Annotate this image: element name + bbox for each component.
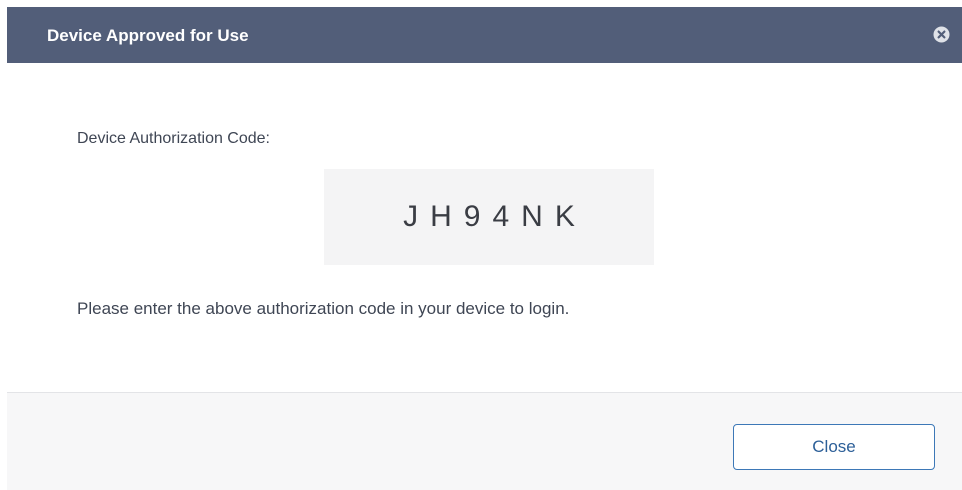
authorization-code-value: JH94NK (403, 200, 587, 233)
instructions-text: Please enter the above authorization cod… (77, 299, 570, 318)
close-circle-icon[interactable] (933, 26, 950, 43)
dialog-body: Device Authorization Code: JH94NK Please… (7, 63, 962, 393)
close-button[interactable]: Close (733, 424, 935, 470)
authorization-code-label: Device Authorization Code: (77, 130, 270, 147)
dialog-footer: Close (7, 392, 962, 490)
dialog-header: Device Approved for Use (7, 7, 962, 63)
device-approved-dialog: Device Approved for Use Device Authoriza… (7, 7, 962, 490)
authorization-code-box: JH94NK (324, 169, 654, 265)
dialog-title: Device Approved for Use (47, 26, 249, 45)
